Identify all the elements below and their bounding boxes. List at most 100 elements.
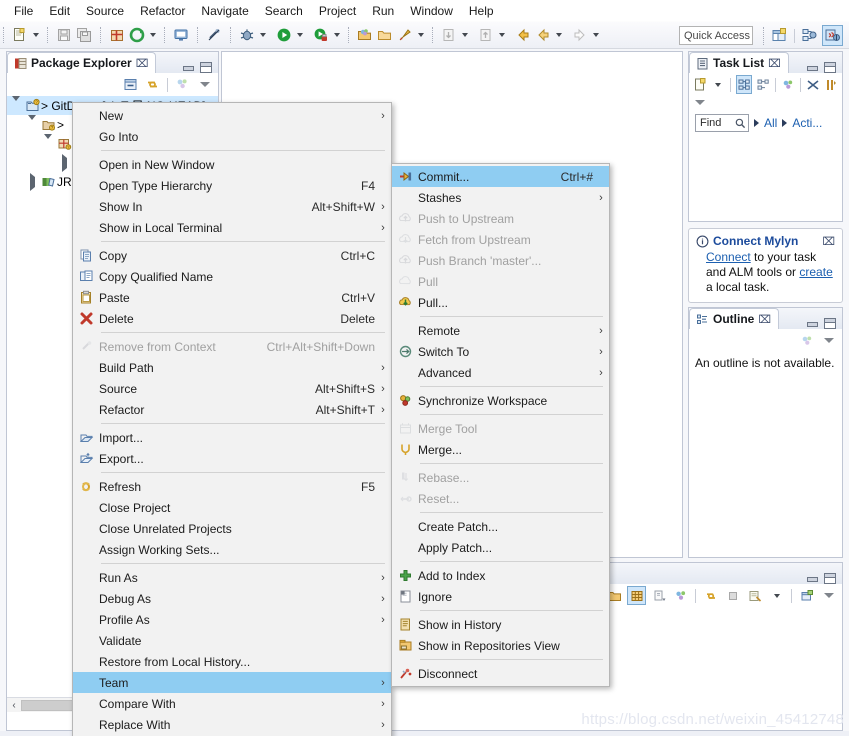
external-tools-icon[interactable] (395, 25, 415, 45)
minimize-button[interactable] (181, 62, 194, 73)
team-menu-item-ignore[interactable]: Ignore (392, 586, 609, 607)
context-menu-item-refresh[interactable]: Refresh F5 (73, 476, 391, 497)
perspective-java-icon[interactable] (822, 25, 843, 46)
filters-icon[interactable] (745, 586, 764, 605)
link-with-editor-icon[interactable] (143, 75, 162, 94)
sort-icon[interactable] (649, 586, 668, 605)
build-dropdown-icon[interactable] (147, 25, 158, 45)
context-menu-item-delete[interactable]: Delete Delete (73, 308, 391, 329)
close-icon[interactable]: ⌧ (768, 57, 781, 70)
team-menu-item-show-in-repositories-view[interactable]: Show in Repositories View (392, 635, 609, 656)
context-menu-item-go-into[interactable]: Go Into (73, 126, 391, 147)
menu-navigate[interactable]: Navigate (193, 2, 256, 20)
quick-access-input[interactable]: Quick Access (679, 26, 753, 45)
open-type-icon[interactable] (355, 25, 375, 45)
maximize-button[interactable] (824, 573, 836, 584)
team-menu-item-show-in-history[interactable]: Show in History (392, 614, 609, 635)
refresh-build-icon[interactable] (127, 25, 147, 45)
context-menu-item-validate[interactable]: Validate (73, 630, 391, 651)
stop-icon[interactable] (723, 586, 742, 605)
mylyn-create-link[interactable]: create (799, 265, 832, 279)
view-menu-icon[interactable] (195, 75, 214, 94)
maximize-button[interactable] (200, 62, 212, 73)
filter-active-caret-icon[interactable] (782, 119, 788, 127)
context-menu-item-compare-with[interactable]: Compare With › (73, 693, 391, 714)
run-icon[interactable] (274, 25, 294, 45)
team-menu-item-switch-to[interactable]: Switch To › (392, 341, 609, 362)
team-menu-item-create-patch[interactable]: Create Patch... (392, 516, 609, 537)
open-resource-icon[interactable] (375, 25, 395, 45)
context-menu-item-restore-from-local-history[interactable]: Restore from Local History... (73, 651, 391, 672)
context-menu-item-assign-working-sets[interactable]: Assign Working Sets... (73, 539, 391, 560)
expand-collapse-right-icon[interactable] (57, 153, 71, 172)
context-menu-item-close-project[interactable]: Close Project (73, 497, 391, 518)
view-menu-icon[interactable] (695, 100, 705, 105)
close-icon[interactable]: ⌧ (758, 313, 771, 326)
debug-dropdown-icon[interactable] (257, 25, 268, 45)
maximize-button[interactable] (824, 318, 836, 329)
filter-completed-icon[interactable] (806, 75, 820, 94)
context-menu-item-copy[interactable]: Copy Ctrl+C (73, 245, 391, 266)
expand-collapse-down-icon[interactable] (9, 96, 23, 111)
search-input[interactable]: Find (695, 114, 749, 132)
team-menu-item-remote[interactable]: Remote › (392, 320, 609, 341)
forward-icon[interactable] (570, 25, 590, 45)
team-menu-item-commit[interactable]: Commit... Ctrl+# (392, 166, 609, 187)
back-dropdown-icon[interactable] (553, 25, 564, 45)
categorized-presentation-icon[interactable] (736, 75, 753, 94)
context-menu-item-show-in-local-terminal[interactable]: Show in Local Terminal › (73, 217, 391, 238)
menu-search[interactable]: Search (257, 2, 311, 20)
team-menu-item-merge[interactable]: Merge... (392, 439, 609, 460)
context-menu-item-new[interactable]: New › (73, 105, 391, 126)
skip-breakpoints-icon[interactable] (204, 25, 224, 45)
filter-all-caret-icon[interactable] (754, 119, 759, 127)
team-menu-item-add-to-index[interactable]: Add to Index (392, 565, 609, 586)
team-menu-item-pull[interactable]: Pull... (392, 292, 609, 313)
debug-icon[interactable] (237, 25, 257, 45)
group-icon[interactable] (671, 586, 690, 605)
coverage-icon[interactable] (311, 25, 331, 45)
console-icon[interactable] (171, 25, 191, 45)
context-menu-item-replace-with[interactable]: Replace With › (73, 714, 391, 735)
team-menu-item-advanced[interactable]: Advanced › (392, 362, 609, 383)
expand-collapse-right-icon[interactable] (25, 172, 39, 191)
grid-icon[interactable] (627, 586, 646, 605)
task-filter-all[interactable]: All (764, 116, 777, 130)
tab-package-explorer[interactable]: Package Explorer ⌧ (7, 52, 157, 73)
previous-annotation-dropdown-icon[interactable] (459, 25, 470, 45)
team-menu-item-disconnect[interactable]: Disconnect (392, 663, 609, 684)
context-menu-item-run-as[interactable]: Run As › (73, 567, 391, 588)
context-menu-item-open-type-hierarchy[interactable]: Open Type Hierarchy F4 (73, 175, 391, 196)
context-menu-item-export[interactable]: Export... (73, 448, 391, 469)
new-view-icon[interactable] (797, 586, 816, 605)
run-dropdown-icon[interactable] (294, 25, 305, 45)
project-context-menu[interactable]: New › Go Into Open in New Window Open Type H… (72, 102, 392, 736)
close-icon[interactable]: ⌧ (136, 57, 149, 70)
next-annotation-dropdown-icon[interactable] (496, 25, 507, 45)
open-perspective-icon[interactable] (769, 25, 790, 46)
new-file-dropdown-icon[interactable] (30, 25, 41, 45)
tab-task-list[interactable]: Task List ⌧ (689, 52, 789, 73)
menu-file[interactable]: File (6, 2, 41, 20)
context-menu-item-open-in-new-window[interactable]: Open in New Window (73, 154, 391, 175)
focus-on-workweek-icon[interactable] (781, 75, 795, 94)
view-menu-icon[interactable] (819, 331, 838, 350)
minimize-button[interactable] (805, 62, 818, 73)
context-menu-item-source[interactable]: Source Alt+Shift+S › (73, 378, 391, 399)
context-menu-item-debug-as[interactable]: Debug As › (73, 588, 391, 609)
back-icon[interactable] (513, 25, 533, 45)
link-icon[interactable] (701, 586, 720, 605)
close-icon[interactable]: ⌧ (822, 235, 835, 248)
expand-collapse-down-icon[interactable] (25, 114, 39, 130)
context-menu-item-team[interactable]: Team › (73, 672, 391, 693)
team-submenu[interactable]: Commit... Ctrl+# Stashes › Push to Upstream F… (391, 163, 610, 687)
team-menu-item-synchronize-workspace[interactable]: Synchronize Workspace (392, 390, 609, 411)
new-task-dropdown-icon[interactable] (711, 75, 725, 94)
perspective-java-ee-icon[interactable] (799, 25, 820, 46)
task-filter-active[interactable]: Acti... (792, 116, 822, 130)
context-menu-item-refactor[interactable]: Refactor Alt+Shift+T › (73, 399, 391, 420)
context-menu-item-profile-as[interactable]: Profile As › (73, 609, 391, 630)
save-all-icon[interactable] (74, 25, 94, 45)
context-menu-item-build-path[interactable]: Build Path › (73, 357, 391, 378)
mylyn-connect-link[interactable]: Connect (706, 250, 751, 264)
